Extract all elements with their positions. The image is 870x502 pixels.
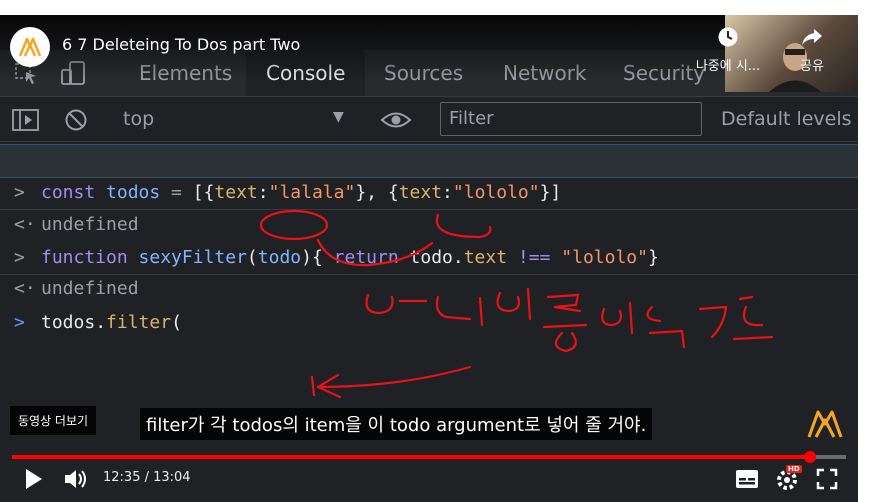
webcam-overlay bbox=[725, 15, 858, 92]
share-icon[interactable] bbox=[800, 25, 824, 52]
video-title[interactable]: 6 7 Deleteing To Dos part Two bbox=[62, 35, 300, 54]
channel-watermark[interactable] bbox=[806, 408, 844, 444]
volume-icon[interactable] bbox=[63, 467, 89, 491]
presenter-image bbox=[769, 43, 821, 92]
hd-badge: HD bbox=[786, 465, 802, 473]
subtitle-caption: filter가 각 todos의 item을 이 todo argument로 … bbox=[140, 408, 653, 440]
fullscreen-icon[interactable] bbox=[816, 468, 838, 490]
play-icon[interactable] bbox=[22, 467, 44, 491]
scrubber-handle[interactable] bbox=[804, 451, 816, 463]
more-videos-button[interactable]: 동영상 더보기 bbox=[10, 406, 97, 435]
channel-logo-icon bbox=[18, 37, 42, 57]
subtitles-icon[interactable] bbox=[735, 468, 759, 490]
video-player[interactable]: Elements Console Sources Network Securit… bbox=[0, 15, 858, 502]
watermark-logo-icon bbox=[807, 410, 843, 438]
watch-later-icon[interactable] bbox=[716, 25, 740, 52]
time-display: 12:35 / 13:04 bbox=[103, 470, 191, 485]
share-label[interactable]: 공유 bbox=[792, 55, 832, 74]
watch-later-label[interactable]: 나중에 시... bbox=[688, 55, 768, 74]
progress-bar[interactable] bbox=[12, 455, 846, 459]
channel-avatar[interactable] bbox=[10, 27, 50, 67]
progress-fill bbox=[12, 455, 815, 459]
